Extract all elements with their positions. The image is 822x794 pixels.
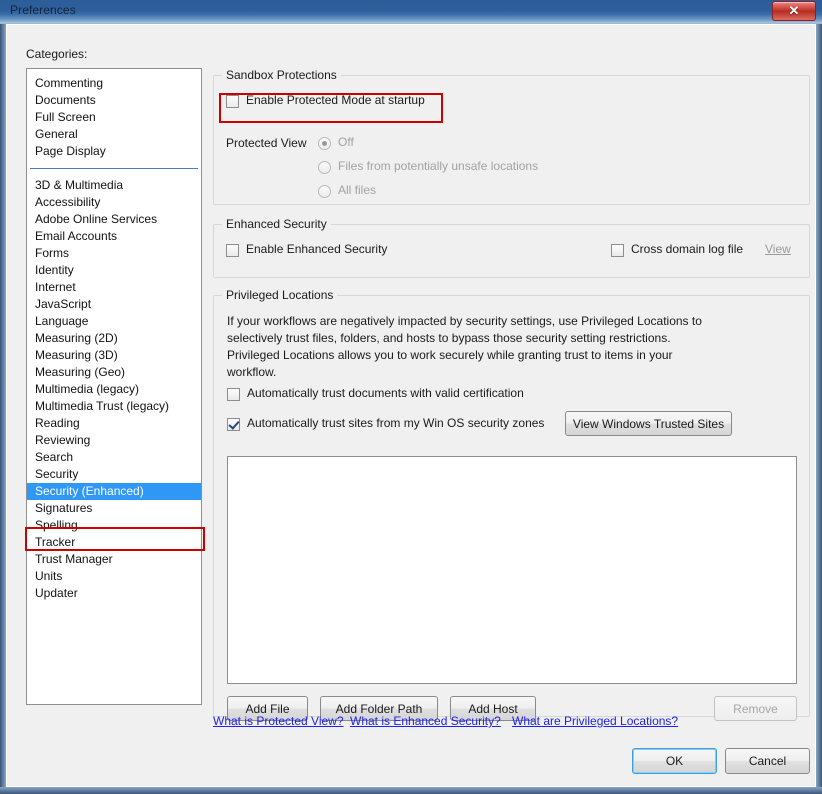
link-what-is-protected-view[interactable]: What is Protected View?	[213, 714, 344, 728]
enhanced-security-legend: Enhanced Security	[222, 217, 331, 231]
link-what-is-enhanced-security[interactable]: What is Enhanced Security?	[350, 714, 501, 728]
sidebar-item-measuring-geo[interactable]: Measuring (Geo)	[27, 364, 201, 381]
preferences-window: Preferences ✕ Categories: Commenting Docu…	[0, 0, 822, 794]
sidebar-item-spelling[interactable]: Spelling	[27, 517, 201, 534]
privileged-locations-group: Privileged Locations If your workflows a…	[213, 288, 810, 721]
sidebar-item-search[interactable]: Search	[27, 449, 201, 466]
sidebar-item-units[interactable]: Units	[27, 568, 201, 585]
link-what-are-privileged-locations[interactable]: What are Privileged Locations?	[512, 714, 678, 728]
protected-view-option-off-label: Off	[338, 135, 354, 149]
sidebar-item-reading[interactable]: Reading	[27, 415, 201, 432]
close-button[interactable]: ✕	[772, 1, 816, 21]
protected-view-radio-off[interactable]	[318, 137, 331, 150]
trust-os-security-zones-checkbox[interactable]	[227, 418, 240, 431]
protected-view-label: Protected View	[226, 136, 307, 150]
window-frame-right	[816, 24, 822, 794]
sidebar-item-3d-multimedia[interactable]: 3D & Multimedia	[27, 177, 201, 194]
enable-enhanced-security-label: Enable Enhanced Security	[246, 242, 388, 256]
sandbox-protections-legend: Sandbox Protections	[222, 68, 341, 82]
cross-domain-log-file-label: Cross domain log file	[631, 242, 744, 256]
sidebar-item-identity[interactable]: Identity	[27, 262, 201, 279]
enhanced-security-group: Enhanced Security Enable Enhanced Securi…	[213, 217, 810, 278]
enable-protected-mode-checkbox[interactable]	[226, 95, 239, 108]
trust-os-security-zones-label: Automatically trust sites from my Win OS…	[247, 416, 545, 430]
sidebar-item-measuring-3d[interactable]: Measuring (3D)	[27, 347, 201, 364]
cancel-button[interactable]: Cancel	[725, 748, 810, 774]
sidebar-item-trust-manager[interactable]: Trust Manager	[27, 551, 201, 568]
privileged-locations-description: If your workflows are negatively impacte…	[227, 314, 702, 379]
sidebar-item-adobe-online-services[interactable]: Adobe Online Services	[27, 211, 201, 228]
protected-view-option-all-files-label: All files	[338, 183, 377, 197]
sidebar-item-full-screen[interactable]: Full Screen	[27, 109, 201, 126]
categories-list[interactable]: Commenting Documents Full Screen General Pag…	[26, 68, 202, 705]
sidebar-item-email-accounts[interactable]: Email Accounts	[27, 228, 201, 245]
window-frame-bottom	[0, 787, 822, 794]
window-title: Preferences	[10, 3, 76, 17]
categories-group-primary: Commenting Documents Full Screen General Pag…	[27, 75, 201, 160]
protected-view-option-unsafe-locations-label: Files from potentially unsafe locations	[338, 159, 539, 173]
sidebar-item-multimedia-legacy[interactable]: Multimedia (legacy)	[27, 381, 201, 398]
sidebar-item-updater[interactable]: Updater	[27, 585, 201, 602]
enable-protected-mode-label: Enable Protected Mode at startup	[246, 93, 425, 107]
dialog-client-area: Categories: Commenting Documents Full Scre…	[6, 24, 816, 787]
sidebar-item-forms[interactable]: Forms	[27, 245, 201, 262]
sidebar-item-security[interactable]: Security	[27, 466, 201, 483]
sidebar-item-internet[interactable]: Internet	[27, 279, 201, 296]
view-windows-trusted-sites-button[interactable]: View Windows Trusted Sites	[565, 411, 732, 436]
sidebar-item-commenting[interactable]: Commenting	[27, 75, 201, 92]
sidebar-item-security-enhanced[interactable]: Security (Enhanced)	[27, 483, 201, 500]
close-icon: ✕	[788, 3, 800, 18]
privileged-locations-listbox[interactable]	[227, 456, 797, 684]
categories-label: Categories:	[26, 47, 88, 61]
sidebar-item-javascript[interactable]: JavaScript	[27, 296, 201, 313]
cross-domain-log-file-checkbox[interactable]	[611, 244, 624, 257]
enable-enhanced-security-checkbox[interactable]	[226, 244, 239, 257]
sidebar-item-signatures[interactable]: Signatures	[27, 500, 201, 517]
categories-group-secondary: 3D & Multimedia Accessibility Adobe Online…	[27, 177, 201, 602]
remove-button[interactable]: Remove	[714, 696, 797, 721]
trust-certified-documents-checkbox[interactable]	[227, 388, 240, 401]
trust-certified-documents-label: Automatically trust documents with valid…	[247, 386, 524, 400]
sidebar-item-page-display[interactable]: Page Display	[27, 143, 201, 160]
privileged-locations-legend: Privileged Locations	[222, 288, 338, 302]
protected-view-radio-unsafe-locations[interactable]	[318, 161, 331, 174]
sidebar-item-accessibility[interactable]: Accessibility	[27, 194, 201, 211]
sidebar-item-reviewing[interactable]: Reviewing	[27, 432, 201, 449]
sidebar-item-general[interactable]: General	[27, 126, 201, 143]
title-bar: Preferences ✕	[0, 0, 822, 24]
view-log-link[interactable]: View	[765, 242, 791, 256]
sidebar-item-measuring-2d[interactable]: Measuring (2D)	[27, 330, 201, 347]
sidebar-item-tracker[interactable]: Tracker	[27, 534, 201, 551]
sidebar-item-language[interactable]: Language	[27, 313, 201, 330]
categories-separator	[30, 168, 198, 169]
protected-view-radio-all-files[interactable]	[318, 185, 331, 198]
sidebar-item-documents[interactable]: Documents	[27, 92, 201, 109]
ok-button[interactable]: OK	[632, 748, 717, 774]
sandbox-protections-group: Sandbox Protections Enable Protected Mod…	[213, 68, 810, 205]
sidebar-item-multimedia-trust-legacy[interactable]: Multimedia Trust (legacy)	[27, 398, 201, 415]
